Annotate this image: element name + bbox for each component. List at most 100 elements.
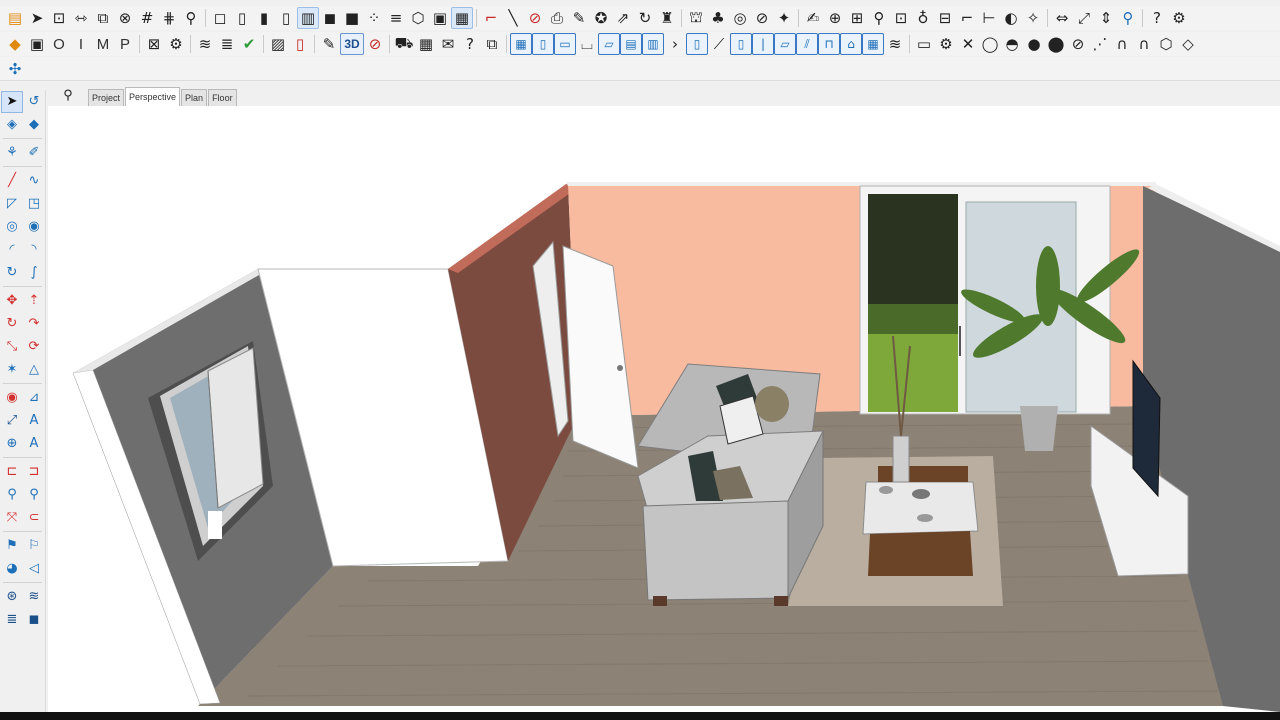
arc-point-icon[interactable]: ◝ bbox=[23, 239, 45, 261]
smoove-icon[interactable]: ≋ bbox=[23, 586, 45, 608]
arrows-horizontal-icon[interactable]: ⇔ bbox=[1051, 7, 1073, 29]
axes-tool-icon[interactable]: ⊕ bbox=[1, 433, 23, 455]
triangle-icon[interactable]: △ bbox=[23, 359, 45, 381]
arrows-diagonal-icon[interactable]: ⤢ bbox=[1073, 7, 1095, 29]
layers-icon[interactable]: ≡ bbox=[385, 7, 407, 29]
panel-6-icon[interactable]: ▤ bbox=[620, 33, 642, 55]
tab-plan[interactable]: Plan bbox=[181, 89, 208, 106]
railing-icon[interactable]: ⫽ bbox=[796, 33, 818, 55]
move-tool-icon[interactable]: ✥ bbox=[1, 290, 23, 312]
resize-icon[interactable]: ⧉ bbox=[92, 7, 114, 29]
settings-icon[interactable]: ⚙ bbox=[1168, 7, 1190, 29]
layers-panel-icon[interactable]: ≣ bbox=[1, 609, 23, 631]
stair-icon[interactable]: ⟋ bbox=[708, 33, 730, 55]
wall-pattern-icon[interactable]: ▦ bbox=[862, 33, 884, 55]
close-x-icon[interactable]: ✕ bbox=[957, 33, 979, 55]
rotate-tool-icon[interactable]: ↻ bbox=[1, 313, 23, 335]
printer-icon[interactable]: ⎙ bbox=[546, 7, 568, 29]
box-view-3-icon[interactable]: ▮ bbox=[253, 7, 275, 29]
eraser-icon[interactable]: ◆ bbox=[23, 114, 45, 136]
zoom-window-icon[interactable]: ⚲ bbox=[23, 484, 45, 506]
magic-wand-icon[interactable]: ✦ bbox=[773, 7, 795, 29]
calendar-icon[interactable]: ▦ bbox=[415, 33, 437, 55]
paint-bucket-icon[interactable]: ◈ bbox=[1, 114, 23, 136]
3d-text-icon[interactable]: A bbox=[23, 433, 45, 455]
tape-measure-icon[interactable]: ◉ bbox=[1, 387, 23, 409]
curve-tool-icon[interactable]: ⌐ bbox=[480, 7, 502, 29]
export-icon[interactable]: ⊠ bbox=[143, 33, 165, 55]
door-icon[interactable]: ▯ bbox=[686, 33, 708, 55]
layer-group-icon[interactable]: ≋ bbox=[884, 33, 906, 55]
circle-tool-icon[interactable]: ◎ bbox=[1, 216, 23, 238]
no-pen-icon[interactable]: ⊘ bbox=[524, 7, 546, 29]
layers-stack-icon[interactable]: ≋ bbox=[194, 33, 216, 55]
map-pin-icon[interactable]: ⚲ bbox=[868, 7, 890, 29]
drop-slash-icon[interactable]: ⊘ bbox=[1067, 33, 1089, 55]
text-tool-icon[interactable]: A bbox=[23, 410, 45, 432]
magnet-1-icon[interactable]: ∩ bbox=[1111, 33, 1133, 55]
search-icon[interactable]: ⚲ bbox=[48, 84, 88, 106]
sofa-front[interactable] bbox=[642, 500, 789, 601]
gear-icon[interactable]: ⚙ bbox=[165, 33, 187, 55]
column-icon[interactable]: | bbox=[752, 33, 774, 55]
screenshot-icon[interactable]: ⧉ bbox=[481, 33, 503, 55]
view-3d-button[interactable]: 3D bbox=[340, 33, 364, 55]
mode-i-button[interactable]: I bbox=[70, 33, 92, 55]
circle-point-icon[interactable]: ◉ bbox=[23, 216, 45, 238]
walk-icon[interactable]: ⚐ bbox=[23, 535, 45, 557]
pillar-icon[interactable]: ▯ bbox=[730, 33, 752, 55]
roof-icon[interactable]: ⌂ bbox=[840, 33, 862, 55]
cube-outline-icon[interactable]: ◇ bbox=[1177, 33, 1199, 55]
rotate-select-icon[interactable]: ↺ bbox=[23, 91, 45, 113]
mail-icon[interactable]: ✉ bbox=[437, 33, 459, 55]
protractor-icon[interactable]: ⊿ bbox=[23, 387, 45, 409]
line-tool-icon[interactable]: ╱ bbox=[1, 170, 23, 192]
dimension-tool-icon[interactable]: ⤢ bbox=[1, 410, 23, 432]
arc-tool-icon[interactable]: ◜ bbox=[1, 239, 23, 261]
offset-tool-icon[interactable]: ↷ bbox=[23, 313, 45, 335]
grid-off-icon[interactable]: ⋕ bbox=[158, 7, 180, 29]
link-icon[interactable]: ⊗ bbox=[114, 7, 136, 29]
fit-width-icon[interactable]: ⇿ bbox=[70, 7, 92, 29]
box-view-4-icon[interactable]: ▯ bbox=[275, 7, 297, 29]
arrows-vertical-icon[interactable]: ⇕ bbox=[1095, 7, 1117, 29]
edit-sheet-icon[interactable]: ✎ bbox=[318, 33, 340, 55]
select-arrow-icon[interactable]: ➤ bbox=[1, 90, 23, 113]
curve-dots-icon[interactable]: ⋰ bbox=[1089, 33, 1111, 55]
panel-5-icon[interactable]: ▱ bbox=[598, 33, 620, 55]
scene-icon[interactable]: ⛫ bbox=[685, 7, 707, 29]
panel-1-icon[interactable]: ▦ bbox=[510, 33, 532, 55]
cog-icon[interactable]: ⚙ bbox=[935, 33, 957, 55]
grid-icon[interactable]: # bbox=[136, 7, 158, 29]
section-cut-icon[interactable]: ⊐ bbox=[23, 461, 45, 483]
mode-p-button[interactable]: P bbox=[114, 33, 136, 55]
measure-icon[interactable]: ⊡ bbox=[890, 7, 912, 29]
polygon-tool-icon[interactable]: ◳ bbox=[23, 193, 45, 215]
drop-half-icon[interactable]: ◓ bbox=[1001, 33, 1023, 55]
scale-tool-icon[interactable]: ⤡ bbox=[1, 336, 23, 358]
tree-icon[interactable]: ♣ bbox=[707, 7, 729, 29]
components-icon[interactable]: ◼ bbox=[23, 609, 45, 631]
drop-outline-icon[interactable]: ◯ bbox=[979, 33, 1001, 55]
3d-viewport[interactable] bbox=[48, 106, 1280, 712]
edit-pen-icon[interactable]: ✐ bbox=[23, 142, 45, 164]
cart-icon[interactable]: ⛟ bbox=[393, 33, 415, 55]
no-view-icon[interactable]: ⊘ bbox=[364, 33, 386, 55]
distribute-icon[interactable]: ⊞ bbox=[846, 7, 868, 29]
panel-7-icon[interactable]: ▥ bbox=[642, 33, 664, 55]
bezier-tool-icon[interactable]: ∫ bbox=[23, 262, 45, 284]
snap-icon[interactable]: ✣ bbox=[4, 58, 26, 80]
rotate-icon[interactable]: ↻ bbox=[634, 7, 656, 29]
contrast-icon[interactable]: ◐ bbox=[1000, 7, 1022, 29]
panel-4-icon[interactable]: ⌴ bbox=[576, 33, 598, 55]
explode-icon[interactable]: ✶ bbox=[1, 359, 23, 381]
material-icon[interactable]: ◆ bbox=[4, 33, 26, 55]
transform-icon[interactable]: ⇗ bbox=[612, 7, 634, 29]
panel-2-icon[interactable]: ▯ bbox=[532, 33, 554, 55]
hatch-icon[interactable]: ≣ bbox=[216, 33, 238, 55]
magnet-2-icon[interactable]: ∩ bbox=[1133, 33, 1155, 55]
panel-3-icon[interactable]: ▭ bbox=[554, 33, 576, 55]
brush-icon[interactable]: ✎ bbox=[568, 7, 590, 29]
zoom-icon[interactable]: ⚲ bbox=[180, 7, 202, 29]
sound-icon[interactable]: ◁ bbox=[23, 558, 45, 580]
